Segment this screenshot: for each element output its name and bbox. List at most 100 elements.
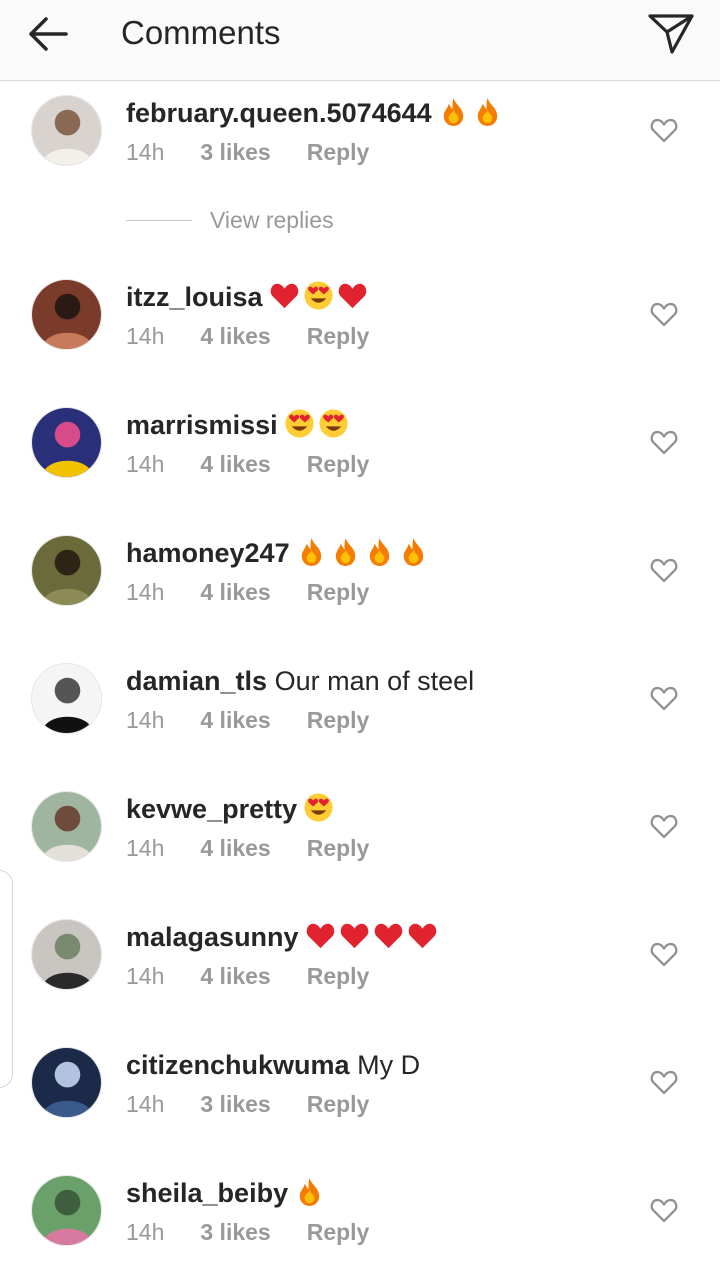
avatar[interactable] — [31, 1175, 102, 1246]
comment-username[interactable]: february.queen.5074644 — [126, 98, 432, 128]
reply-button[interactable]: Reply — [307, 579, 370, 605]
fire-icon — [403, 538, 423, 567]
heart-eyes-icon — [319, 409, 348, 438]
like-button[interactable] — [650, 429, 678, 455]
comment-emojis — [294, 1176, 325, 1207]
view-replies-label[interactable]: View replies — [210, 207, 334, 234]
reply-button[interactable]: Reply — [307, 139, 370, 165]
red-heart-icon — [408, 924, 436, 949]
comment-username[interactable]: marrismissi — [126, 410, 278, 440]
comment-emojis — [303, 792, 334, 823]
comment-meta: 14h 4 likes Reply — [126, 707, 405, 734]
like-button[interactable] — [650, 557, 678, 583]
comment-username[interactable]: malagasunny — [126, 922, 299, 952]
likes-count[interactable]: 4 likes — [200, 835, 270, 861]
reply-button[interactable]: Reply — [307, 1219, 370, 1245]
like-button[interactable] — [650, 685, 678, 711]
comment-username[interactable]: hamoney247 — [126, 538, 290, 568]
comment-emojis — [296, 536, 429, 567]
avatar-image — [32, 408, 101, 477]
likes-count[interactable]: 4 likes — [200, 963, 270, 989]
reply-button[interactable]: Reply — [307, 1091, 370, 1117]
like-button[interactable] — [650, 813, 678, 839]
comment-item: marrismissi 14h 4 likes Reply — [0, 407, 720, 507]
comment-body: kevwe_pretty — [126, 791, 334, 827]
comment-timestamp: 14h — [126, 1091, 165, 1117]
red-heart-icon — [306, 924, 334, 949]
fire-icon — [477, 98, 497, 127]
comment-item: citizenchukwuma My D 14h 3 likes Reply — [0, 1047, 720, 1147]
comment-timestamp: 14h — [126, 323, 165, 349]
comment-meta: 14h 4 likes Reply — [126, 323, 405, 350]
edge-panel-handle[interactable] — [0, 870, 13, 1088]
comment-username[interactable]: sheila_beiby — [126, 1178, 288, 1208]
heart-outline-icon — [650, 430, 678, 455]
likes-count[interactable]: 4 likes — [200, 579, 270, 605]
like-button[interactable] — [650, 117, 678, 143]
comment-timestamp: 14h — [126, 139, 165, 165]
avatar[interactable] — [31, 791, 102, 862]
avatar[interactable] — [31, 279, 102, 350]
comment-emojis — [284, 408, 349, 439]
heart-outline-icon — [650, 118, 678, 143]
avatar[interactable] — [31, 407, 102, 478]
likes-count[interactable]: 4 likes — [200, 451, 270, 477]
likes-count[interactable]: 4 likes — [200, 323, 270, 349]
likes-count[interactable]: 3 likes — [200, 1091, 270, 1117]
comment-timestamp: 14h — [126, 451, 165, 477]
comment-username[interactable]: citizenchukwuma — [126, 1050, 350, 1080]
avatar[interactable] — [31, 663, 102, 734]
comment-username[interactable]: kevwe_pretty — [126, 794, 297, 824]
comment-emojis — [305, 920, 438, 951]
reply-button[interactable]: Reply — [307, 323, 370, 349]
avatar[interactable] — [31, 919, 102, 990]
comment-username[interactable]: damian_tls — [126, 666, 267, 696]
avatar[interactable] — [31, 95, 102, 166]
comment-item: hamoney247 14h 4 likes Reply — [0, 535, 720, 635]
avatar-image — [32, 1176, 101, 1245]
comment-timestamp: 14h — [126, 579, 165, 605]
comment-item: damian_tls Our man of steel 14h 4 likes Rep… — [0, 663, 720, 763]
heart-outline-icon — [650, 814, 678, 839]
comment-body: damian_tls Our man of steel — [126, 663, 474, 699]
share-button[interactable] — [646, 10, 696, 56]
fire-icon — [301, 538, 321, 567]
likes-count[interactable]: 3 likes — [200, 1219, 270, 1245]
avatar[interactable] — [31, 1047, 102, 1118]
comment-body: citizenchukwuma My D — [126, 1047, 420, 1083]
reply-button[interactable]: Reply — [307, 835, 370, 861]
page-title: Comments — [121, 14, 281, 51]
comment-emojis — [438, 96, 503, 127]
avatar-image — [32, 1048, 101, 1117]
comment-item: kevwe_pretty 14h 4 likes Reply — [0, 791, 720, 891]
like-button[interactable] — [650, 301, 678, 327]
likes-count[interactable]: 3 likes — [200, 139, 270, 165]
app-header: Comments — [0, 0, 720, 81]
like-button[interactable] — [650, 941, 678, 967]
red-heart-icon — [340, 924, 368, 949]
arrow-left-icon — [29, 17, 68, 51]
fire-icon — [369, 538, 389, 567]
avatar[interactable] — [31, 535, 102, 606]
heart-outline-icon — [650, 686, 678, 711]
reply-button[interactable]: Reply — [307, 451, 370, 477]
fire-icon — [299, 1178, 320, 1207]
view-replies-divider — [126, 220, 192, 221]
heart-eyes-icon — [303, 281, 333, 310]
comment-username[interactable]: itzz_louisa — [126, 282, 263, 312]
comment-body: february.queen.5074644 — [126, 95, 503, 131]
comment-meta: 14h 4 likes Reply — [126, 579, 405, 606]
red-heart-icon — [270, 284, 298, 309]
like-button[interactable] — [650, 1069, 678, 1095]
like-button[interactable] — [650, 1197, 678, 1223]
reply-button[interactable]: Reply — [307, 707, 370, 733]
comment-body: marrismissi — [126, 407, 349, 443]
comment-body: hamoney247 — [126, 535, 429, 571]
heart-outline-icon — [650, 1198, 678, 1223]
heart-eyes-icon — [304, 793, 333, 822]
likes-count[interactable]: 4 likes — [200, 707, 270, 733]
comment-meta: 14h 3 likes Reply — [126, 1219, 405, 1246]
avatar-image — [32, 920, 101, 989]
back-button[interactable] — [26, 14, 70, 54]
reply-button[interactable]: Reply — [307, 963, 370, 989]
